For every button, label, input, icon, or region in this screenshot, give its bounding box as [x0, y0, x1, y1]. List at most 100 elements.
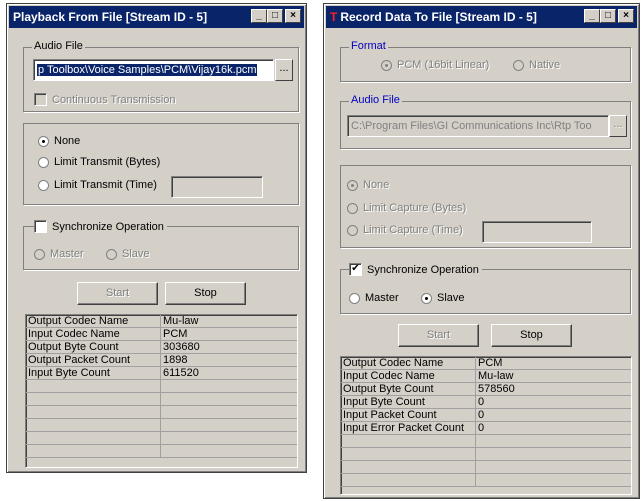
maximize-icon[interactable]: □ — [267, 9, 283, 23]
table-row[interactable]: Output Byte Count 303680 — [26, 340, 297, 354]
slave-radio[interactable]: Slave — [106, 248, 150, 260]
format-group: Format PCM (16bit Linear) Native — [340, 40, 631, 82]
table-row[interactable]: Output Codec Name Mu-law — [26, 315, 297, 328]
playback-window: Playback From File [Stream ID - 5] _ □ ×… — [6, 3, 307, 473]
stat-value: 1898 — [160, 353, 297, 367]
empty-cell — [160, 405, 297, 419]
slave-radio[interactable]: Slave — [421, 292, 465, 304]
table-row[interactable]: Output Byte Count 578560 — [341, 382, 631, 396]
table-row[interactable] — [26, 379, 297, 393]
playback-titlebar[interactable]: Playback From File [Stream ID - 5] _ □ × — [9, 6, 304, 28]
record-sync-group: ✔ Synchronize Operation Master Slave — [340, 263, 631, 314]
table-row[interactable]: Input Byte Count 611520 — [26, 366, 297, 380]
continuous-transmission-checkbox[interactable]: Continuous Transmission — [34, 93, 176, 106]
playback-audio-file-input[interactable]: p Toolbox\Voice Samples\PCM\Vijay16k.pcm — [33, 59, 274, 81]
limit-capture-bytes-radio[interactable]: Limit Capture (Bytes) — [347, 202, 466, 214]
table-row[interactable] — [26, 431, 297, 445]
table-row[interactable]: Input Error Packet Count 0 — [341, 421, 631, 435]
stat-value: 0 — [475, 408, 631, 422]
record-limit-group: None Limit Capture (Bytes) Limit Capture… — [340, 165, 631, 248]
table-row[interactable] — [341, 434, 631, 448]
table-row[interactable] — [341, 460, 631, 474]
radio-icon — [381, 59, 392, 71]
record-audio-file-input[interactable]: C:\Program Files\GI Communications Inc\R… — [347, 115, 609, 137]
playback-browse-button[interactable]: ... — [275, 59, 293, 81]
stat-value: PCM — [160, 327, 297, 341]
checkbox-icon: ✔ — [349, 263, 362, 276]
table-row[interactable]: Input Byte Count 0 — [341, 395, 631, 409]
empty-cell — [26, 392, 161, 406]
stat-value: 0 — [475, 421, 631, 435]
none-radio[interactable]: None — [347, 179, 389, 191]
radio-icon — [34, 248, 45, 260]
limit-capture-time-radio[interactable]: Limit Capture (Time) — [347, 224, 463, 236]
table-row[interactable] — [26, 392, 297, 406]
empty-cell — [160, 431, 297, 445]
radio-icon — [347, 179, 358, 191]
master-radio[interactable]: Master — [34, 248, 84, 260]
empty-cell — [341, 473, 476, 487]
table-row[interactable]: Output Codec Name PCM — [341, 357, 631, 370]
table-row[interactable] — [341, 473, 631, 487]
native-radio[interactable]: Native — [513, 59, 560, 71]
limit-transmit-bytes-radio[interactable]: Limit Transmit (Bytes) — [38, 156, 160, 168]
radio-icon — [38, 156, 49, 168]
playback-stats-list[interactable]: Output Codec Name Mu-law Input Codec Name P… — [25, 314, 298, 468]
radio-icon — [421, 292, 432, 304]
playback-limit-group: None Limit Transmit (Bytes) Limit Transm… — [23, 123, 299, 205]
record-titlebar[interactable]: T Record Data To File [Stream ID - 5] _ □… — [326, 6, 637, 28]
table-row[interactable]: Output Packet Count 1898 — [26, 353, 297, 367]
table-row[interactable]: Input Codec Name PCM — [26, 327, 297, 341]
empty-cell — [341, 460, 476, 474]
checkbox-icon — [34, 93, 47, 106]
radio-icon — [349, 292, 360, 304]
table-row[interactable] — [341, 447, 631, 461]
limit-transmit-time-radio[interactable]: Limit Transmit (Time) — [38, 179, 157, 191]
stat-name: Input Byte Count — [26, 366, 161, 380]
stat-value: PCM — [475, 357, 631, 370]
master-radio[interactable]: Master — [349, 292, 399, 304]
playback-sync-group: Synchronize Operation Master Slave — [23, 220, 299, 270]
synchronize-operation-checkbox[interactable]: Synchronize Operation — [34, 220, 167, 233]
record-browse-button[interactable]: ... — [609, 115, 627, 137]
table-row[interactable] — [26, 405, 297, 419]
stat-name: Input Error Packet Count — [341, 421, 476, 435]
empty-cell — [475, 460, 631, 474]
stop-button[interactable]: Stop — [165, 282, 246, 305]
pcm-radio[interactable]: PCM (16bit Linear) — [381, 59, 489, 71]
empty-cell — [160, 444, 297, 458]
none-radio[interactable]: None — [38, 135, 80, 147]
close-icon[interactable]: × — [285, 9, 301, 23]
stat-value: 303680 — [160, 340, 297, 354]
radio-icon — [106, 248, 117, 260]
stat-name: Input Byte Count — [341, 395, 476, 409]
close-icon[interactable]: × — [618, 9, 634, 23]
empty-cell — [475, 434, 631, 448]
minimize-icon[interactable]: _ — [251, 9, 267, 23]
record-window: T Record Data To File [Stream ID - 5] _ □… — [323, 3, 640, 499]
stop-button[interactable]: Stop — [491, 324, 572, 347]
record-audio-file-group: Audio File C:\Program Files\GI Communica… — [340, 94, 631, 149]
table-row[interactable] — [26, 444, 297, 458]
empty-cell — [160, 392, 297, 406]
stat-value: Mu-law — [475, 369, 631, 383]
table-row[interactable]: Input Packet Count 0 — [341, 408, 631, 422]
table-row[interactable] — [26, 418, 297, 432]
maximize-icon[interactable]: □ — [600, 9, 616, 23]
record-stats-list[interactable]: Output Codec Name PCM Input Codec Name Mu-l… — [340, 356, 632, 495]
radio-icon — [513, 59, 524, 71]
table-row[interactable]: Input Codec Name Mu-law — [341, 369, 631, 383]
empty-cell — [26, 379, 161, 393]
playback-title: Playback From File [Stream ID - 5] — [13, 10, 208, 24]
stat-value: 611520 — [160, 366, 297, 380]
limit-time-input[interactable] — [171, 176, 263, 198]
stat-name: Input Packet Count — [341, 408, 476, 422]
limit-time-input[interactable] — [482, 221, 592, 243]
start-button[interactable]: Start — [398, 324, 479, 347]
minimize-icon[interactable]: _ — [584, 9, 600, 23]
start-button[interactable]: Start — [77, 282, 158, 305]
empty-cell — [26, 444, 161, 458]
stat-name: Output Codec Name — [26, 315, 161, 328]
stat-name: Output Byte Count — [341, 382, 476, 396]
synchronize-operation-checkbox[interactable]: ✔ Synchronize Operation — [349, 263, 482, 276]
